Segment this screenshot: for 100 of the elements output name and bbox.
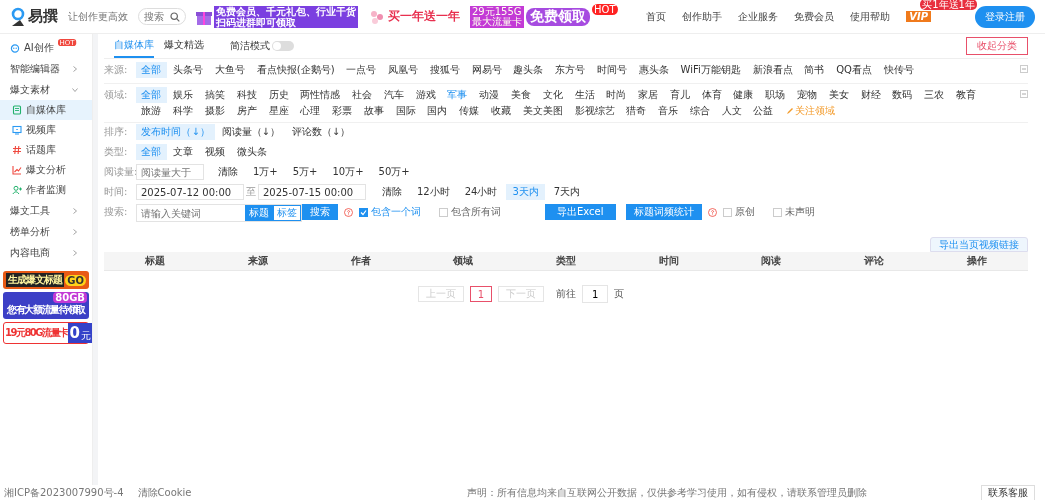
sidebar-group[interactable]: 智能编辑器: [0, 58, 92, 79]
sidebar-group[interactable]: 爆文工具: [0, 200, 92, 221]
filter-option[interactable]: 影视综艺: [569, 103, 620, 119]
filter-option[interactable]: 阅读量（↓）: [216, 124, 286, 140]
filter-option[interactable]: 摄影: [199, 103, 231, 119]
sidebar-item[interactable]: 爆文分析: [0, 160, 92, 180]
filter-option[interactable]: 趣头条: [508, 62, 549, 78]
nav-link[interactable]: 首页: [646, 9, 667, 24]
filter-option[interactable]: 美食: [505, 87, 537, 103]
filter-option[interactable]: 美文美图: [517, 103, 569, 119]
filter-option[interactable]: 军事: [442, 87, 473, 103]
filter-option[interactable]: 7天内: [547, 184, 587, 200]
filter-option[interactable]: 生活: [569, 87, 600, 103]
filter-option[interactable]: 星座: [263, 103, 294, 119]
filter-option[interactable]: 娱乐: [167, 87, 199, 103]
filter-option[interactable]: 一点号: [340, 62, 382, 78]
filter-option[interactable]: 国内: [422, 103, 453, 119]
search-input[interactable]: 搜索: [144, 11, 168, 22]
filter-option[interactable]: 汽车: [378, 87, 410, 103]
sidebar-group[interactable]: 内容电商: [0, 242, 92, 263]
filter-option[interactable]: 三农: [918, 87, 950, 103]
filter-option[interactable]: 1万+: [247, 164, 284, 180]
checkbox[interactable]: 未声明: [772, 204, 815, 220]
filter-option[interactable]: 大鱼号: [209, 62, 251, 78]
filter-option[interactable]: 凤凰号: [382, 62, 424, 78]
sidebar-item[interactable]: 视频库: [0, 120, 92, 140]
sidebar-item[interactable]: 自媒体库: [0, 100, 92, 120]
filter-option[interactable]: 视频: [199, 144, 231, 160]
filter-option[interactable]: 猎奇: [620, 103, 652, 119]
filter-option[interactable]: 人文: [716, 103, 748, 119]
collapse-icon[interactable]: [1020, 65, 1028, 73]
filter-option[interactable]: 科学: [167, 103, 199, 119]
filter-option[interactable]: 简书: [799, 62, 830, 78]
sidebar-group[interactable]: 榜单分析: [0, 221, 92, 242]
filter-option[interactable]: 12小时: [411, 184, 456, 200]
input-field[interactable]: 阅读量大于: [136, 164, 204, 180]
sidebar-group[interactable]: 爆文素材: [0, 79, 92, 100]
filter-option[interactable]: 清除: [376, 184, 408, 200]
filter-option[interactable]: 公益: [748, 103, 779, 119]
filter-option[interactable]: 宠物: [791, 87, 823, 103]
filter-option[interactable]: 音乐: [652, 103, 684, 119]
nav-link[interactable]: 使用帮助: [850, 9, 891, 24]
filter-option[interactable]: 综合: [684, 103, 716, 119]
nav-link[interactable]: 创作助手: [682, 9, 723, 24]
filter-option[interactable]: 彩票: [326, 103, 358, 119]
filter-option[interactable]: 搜狐号: [424, 62, 466, 78]
search-box[interactable]: 请输入关键词 标题 标签: [136, 204, 302, 222]
date-field[interactable]: 2025-07-12 00:00: [136, 184, 244, 200]
ad-banner[interactable]: 生成爆文标题 GO: [3, 271, 89, 289]
filter-option[interactable]: 社会: [346, 87, 378, 103]
filter-option[interactable]: 50万+: [372, 164, 416, 180]
promo-banner[interactable]: 买一年送一年: [368, 3, 460, 30]
filter-option[interactable]: 动漫: [473, 87, 505, 103]
filter-option[interactable]: 国际: [390, 103, 422, 119]
checkbox[interactable]: 包含一个词: [359, 204, 421, 220]
filter-option[interactable]: QQ看点: [830, 62, 878, 78]
filter-option[interactable]: 职场: [759, 87, 791, 103]
nav-link[interactable]: 免费会员: [794, 9, 835, 24]
filter-option[interactable]: 育儿: [664, 87, 696, 103]
filter-option[interactable]: 数码: [886, 87, 918, 103]
page-input[interactable]: 1: [582, 285, 609, 303]
filter-option[interactable]: 健康: [728, 87, 759, 103]
filter-option[interactable]: 24小时: [458, 184, 504, 200]
filter-option[interactable]: 10万+: [326, 164, 370, 180]
search-icon[interactable]: [170, 11, 180, 22]
filter-option[interactable]: 故事: [358, 103, 390, 119]
filter-option[interactable]: 惠头条: [633, 62, 675, 78]
filter-option[interactable]: 科技: [231, 87, 263, 103]
checkbox[interactable]: 包含所有词: [439, 204, 501, 220]
filter-option[interactable]: 清除: [212, 164, 244, 180]
page-button[interactable]: 1: [469, 286, 493, 302]
filter-option[interactable]: 时尚: [600, 87, 632, 103]
ad-banner[interactable]: 80GB 您有大额流量待领取: [3, 292, 89, 319]
filter-option[interactable]: 评论数（↓）: [286, 124, 356, 140]
filter-option[interactable]: 东方号: [549, 62, 591, 78]
collapse-button[interactable]: 收起分类: [966, 37, 1028, 55]
sidebar-item[interactable]: 话题库: [0, 140, 92, 160]
filter-option[interactable]: 时间号: [591, 62, 633, 78]
filter-option[interactable]: 美女: [823, 87, 855, 103]
filter-option[interactable]: 房产: [231, 103, 263, 119]
filter-option[interactable]: 家居: [632, 87, 664, 103]
scope-toggle[interactable]: 标签: [273, 205, 301, 221]
filter-option[interactable]: 新浪看点: [747, 62, 798, 78]
filter-option[interactable]: 快传号: [878, 62, 920, 78]
filter-option[interactable]: 网易号: [466, 62, 508, 78]
filter-option[interactable]: 教育: [950, 87, 982, 103]
filter-option[interactable]: 财经: [855, 87, 886, 103]
filter-option[interactable]: 历史: [263, 87, 294, 103]
filter-option[interactable]: 文章: [167, 144, 199, 160]
filter-option[interactable]: 两性情感: [294, 87, 346, 103]
filter-option[interactable]: 5万+: [286, 164, 324, 180]
filter-option[interactable]: 游戏: [410, 87, 442, 103]
filter-option[interactable]: 心理: [294, 103, 326, 119]
filter-option[interactable]: WiFi万能钥匙: [675, 62, 747, 78]
nav-link[interactable]: 企业服务: [738, 9, 779, 24]
toggle-switch[interactable]: [272, 41, 294, 51]
filter-option[interactable]: 搞笑: [199, 87, 231, 103]
filter-option[interactable]: 传媒: [453, 103, 485, 119]
promo-banner[interactable]: 免费会员、千元礼包、行业干货 扫码进群即可领取: [196, 3, 358, 30]
filter-option[interactable]: 旅游: [136, 103, 167, 119]
